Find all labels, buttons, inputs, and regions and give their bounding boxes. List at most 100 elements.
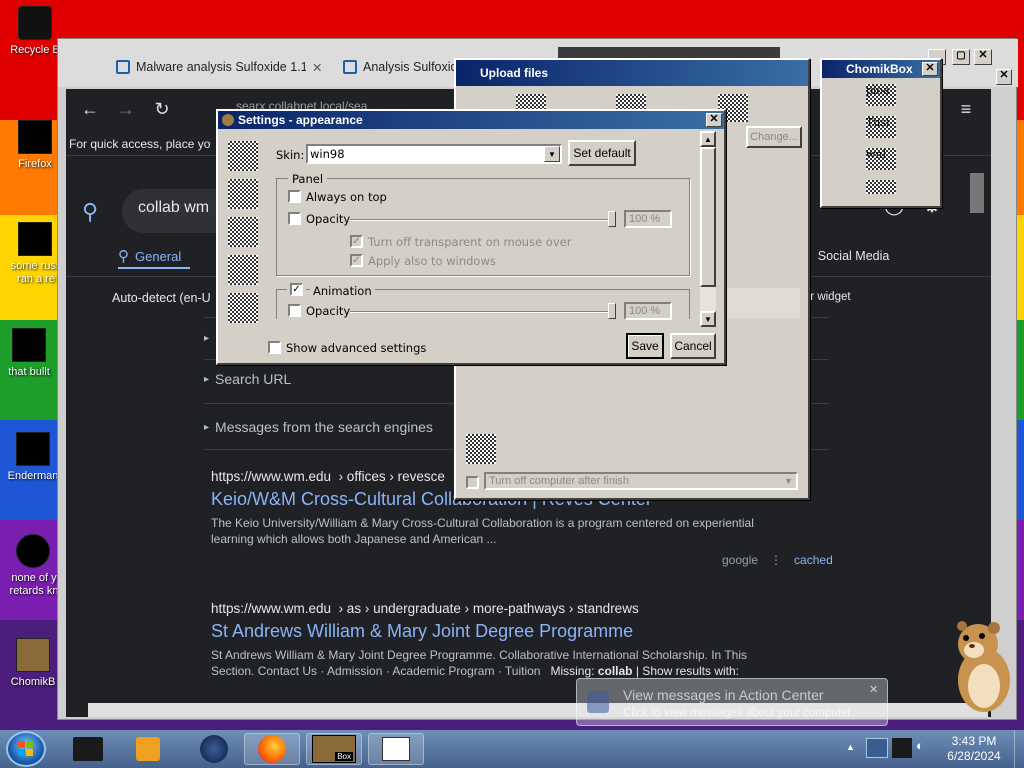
settings-scrollbar[interactable]: ▲ ▼ <box>700 131 716 327</box>
tray-expand-icon[interactable]: ▲ <box>846 742 855 752</box>
chomikbox-item[interactable]: wnl <box>866 148 896 170</box>
animation-opacity-spinbox[interactable]: 100 % <box>624 302 672 320</box>
desktop-icon-text-file[interactable]: some russ ran a re <box>6 222 64 286</box>
save-button[interactable]: Save <box>626 333 664 359</box>
chomikbox-title-bar[interactable]: ChomikBox ✕ <box>822 60 940 78</box>
taskbar-notepad[interactable] <box>368 733 424 765</box>
chomikbox-item[interactable]: Tusi <box>866 116 896 138</box>
expander-arrow-icon: ▸ <box>204 333 210 344</box>
close-icon[interactable]: ✕ <box>922 62 938 76</box>
clock[interactable]: 3:43 PM 6/28/2024 <box>944 734 1004 764</box>
result-separator: ⋮ <box>770 553 783 567</box>
secondary-close-icon[interactable]: ✕ <box>996 69 1012 85</box>
tab-general[interactable]: ⚲ General <box>118 247 181 265</box>
settings-category-icon[interactable] <box>228 141 258 171</box>
opacity-slider-track[interactable] <box>350 219 612 221</box>
action-center-notification[interactable]: View messages in Action Center Click to … <box>576 678 888 726</box>
opacity-checkbox[interactable] <box>288 212 301 225</box>
apply-windows-checkbox[interactable]: ✓ <box>350 254 363 267</box>
skin-select[interactable]: win98 ▼ <box>306 144 562 164</box>
settings-close-icon[interactable]: ✕ <box>706 113 722 127</box>
always-on-top-label: Always on top <box>306 190 387 204</box>
desktop-icon-recycle-bin[interactable]: Recycle B <box>6 6 64 57</box>
forward-arrow-icon[interactable]: → <box>114 97 138 121</box>
notification-close-icon[interactable]: ✕ <box>869 683 878 696</box>
chomikbox-item-icon[interactable] <box>866 180 896 194</box>
set-default-button[interactable]: Set default <box>568 140 636 166</box>
turn-off-dropdown[interactable]: Turn off computer after finish ▼ <box>484 472 798 490</box>
result-url[interactable]: https://www.wm.edu › as › undergraduate … <box>211 601 831 616</box>
search-icon: ⚲ <box>118 248 129 265</box>
notification-body: Click to view messages about your comput… <box>623 707 854 719</box>
desktop-icon-folder[interactable]: that bullt <box>0 328 58 379</box>
desktop-icon-firefox[interactable]: Firefox <box>6 120 64 171</box>
desktop-icon-shortcut[interactable]: none of y retards kn <box>4 534 62 598</box>
show-desktop-button[interactable] <box>1014 730 1024 768</box>
reload-icon[interactable]: ↻ <box>150 97 174 121</box>
tray-network-icon[interactable] <box>866 738 888 758</box>
tab-analysis-sulfoxide[interactable]: Analysis Sulfoxid <box>343 53 463 81</box>
taskbar-app-icon[interactable] <box>60 733 116 765</box>
scroll-thumb[interactable] <box>700 147 716 287</box>
opacity-slider-thumb[interactable] <box>608 211 616 227</box>
change-button[interactable]: Change... <box>746 126 802 148</box>
animation-opacity-label: Opacity <box>306 304 351 318</box>
always-on-top-checkbox[interactable] <box>288 190 301 203</box>
settings-category-icon[interactable] <box>228 293 258 323</box>
transparent-mouseover-checkbox[interactable]: ✓ <box>350 235 363 248</box>
recycle-bin-icon <box>18 6 52 40</box>
menu-hamburger-icon[interactable]: ≡ <box>954 97 978 121</box>
settings-category-icon[interactable] <box>228 255 258 285</box>
settings-category-icon[interactable] <box>228 179 258 209</box>
settings-title-bar[interactable]: Settings - appearance ✕ <box>218 111 724 129</box>
hamster-icon: Box <box>312 735 356 763</box>
taskbar-firefox[interactable] <box>244 733 300 765</box>
back-arrow-icon[interactable]: ← <box>78 97 102 121</box>
tab-malware-analysis[interactable]: Malware analysis Sulfoxide 1.1 ✕ <box>116 53 326 81</box>
settings-window: Settings - appearance ✕ Skin: win98 ▼ Se… <box>216 109 726 365</box>
settings-category-icon[interactable] <box>228 217 258 247</box>
animation-opacity-checkbox[interactable] <box>288 304 301 317</box>
opacity-spinbox[interactable]: 100 % <box>624 210 672 228</box>
hamster-mascot[interactable] <box>948 618 1016 714</box>
animation-opacity-slider-track[interactable] <box>350 311 612 313</box>
taskbar-globe-icon[interactable] <box>186 733 242 765</box>
shortcut-icon <box>16 534 50 568</box>
tab-favicon-icon <box>116 60 130 74</box>
search-magnifier-icon[interactable]: ⚲ <box>82 199 98 225</box>
window-close-icon[interactable]: ✕ <box>974 49 992 65</box>
windows-logo-icon <box>18 741 33 756</box>
tray-terminal-icon[interactable] <box>892 738 912 758</box>
result-title-link[interactable]: St Andrews William & Mary Joint Degree P… <box>211 621 831 642</box>
upload-title-bar[interactable]: Upload files <box>456 60 808 86</box>
desktop-icon-enderman[interactable]: Enderman <box>4 432 62 483</box>
chomikbox-item[interactable]: ploa <box>866 84 896 106</box>
apply-windows-label: Apply also to windows <box>368 254 496 268</box>
taskbar-media-icon[interactable] <box>120 733 176 765</box>
cached-link[interactable]: cached <box>794 553 833 567</box>
vertical-scrollbar-thumb[interactable] <box>970 173 984 213</box>
expander-engine-messages[interactable]: ▸ Messages from the search engines <box>204 419 433 435</box>
desktop-icon-chomikbox[interactable]: ChomikB <box>4 638 62 689</box>
expander-search-url[interactable]: ▸ Search URL <box>204 371 291 387</box>
animation-opacity-slider-thumb[interactable] <box>608 303 616 319</box>
scroll-down-icon[interactable]: ▼ <box>700 311 716 327</box>
media-player-icon <box>136 737 160 761</box>
missing-terms: Missing: collab | Show results with: <box>550 664 740 678</box>
tray-volume-icon[interactable]: ◐ <box>916 738 932 758</box>
result-engine: google <box>722 553 759 567</box>
start-button[interactable] <box>6 731 46 767</box>
active-tab-underline <box>118 267 190 269</box>
cancel-button[interactable]: Cancel <box>670 333 716 359</box>
animation-checkbox[interactable]: ✓ <box>290 283 303 296</box>
show-advanced-checkbox[interactable] <box>268 341 281 354</box>
maximize-icon[interactable]: ▢ <box>952 49 970 65</box>
tab-social-media[interactable]: ⚇ Social Media <box>801 249 889 263</box>
scroll-up-icon[interactable]: ▲ <box>700 131 716 147</box>
dropdown-arrow-icon[interactable]: ▼ <box>544 146 560 162</box>
tab-close-icon[interactable]: ✕ <box>312 60 322 75</box>
taskbar-chomikbox[interactable]: Box <box>306 733 362 765</box>
expander-arrow-icon: ▸ <box>204 373 210 385</box>
turn-off-checkbox[interactable] <box>466 476 479 489</box>
language-autodetect[interactable]: Auto-detect (en-U <box>112 291 211 305</box>
